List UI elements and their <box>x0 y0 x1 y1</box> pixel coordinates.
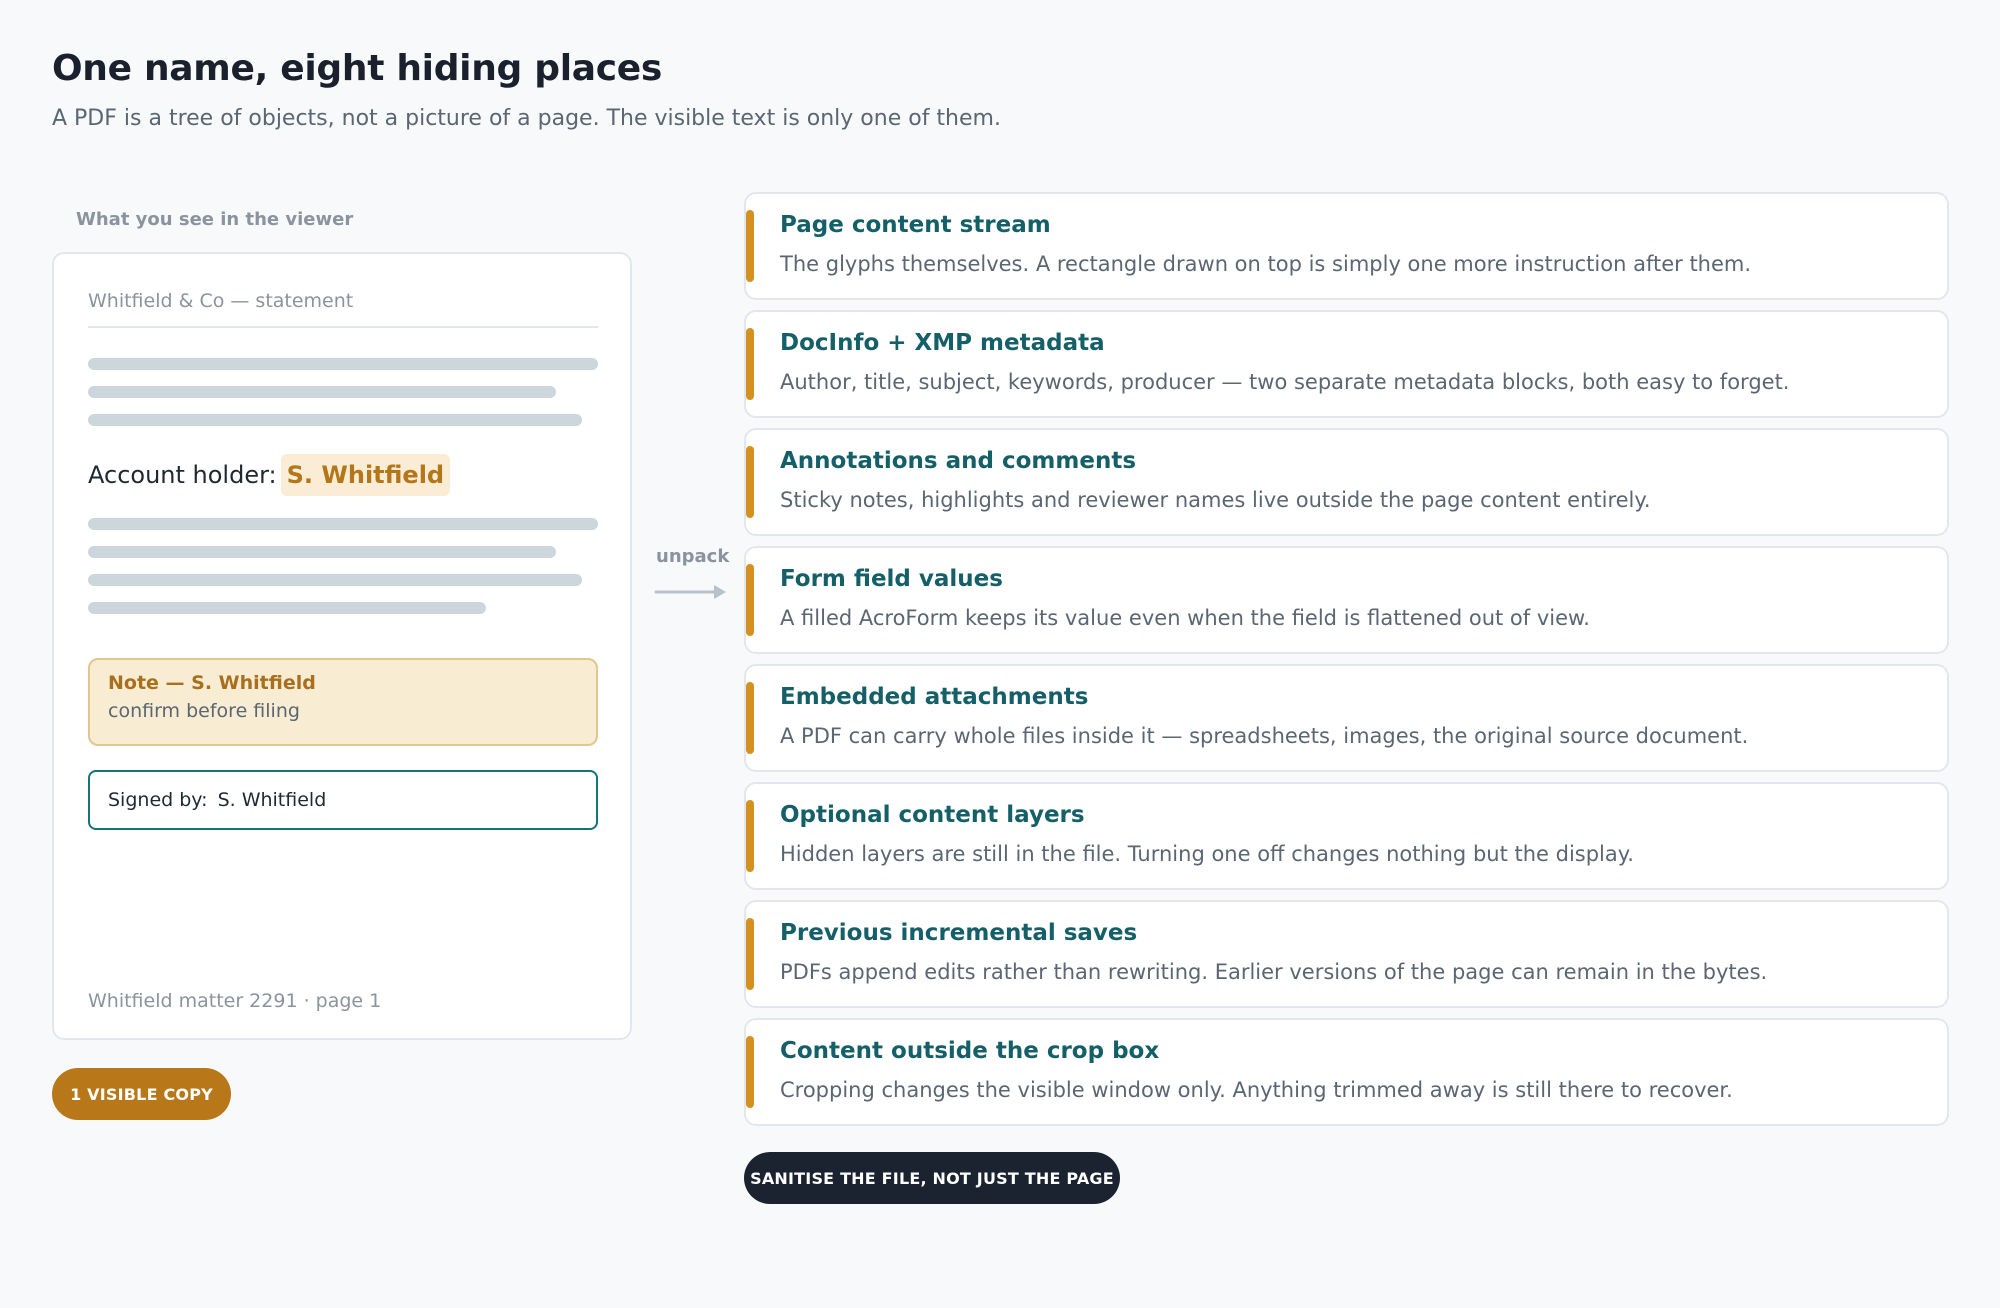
card-description: Cropping changes the visible window only… <box>780 1078 1733 1102</box>
card-title: Previous incremental saves <box>780 920 1138 946</box>
document-footer: Whitfield matter 2291 · page 1 <box>88 990 382 1012</box>
page-subtitle: A PDF is a tree of objects, not a pictur… <box>52 106 1001 131</box>
text-line-placeholder <box>88 602 486 614</box>
text-line-placeholder <box>88 574 582 586</box>
text-line-placeholder <box>88 414 582 426</box>
card-accent-bar <box>746 800 754 872</box>
signature-field[interactable]: Signed by: S. Whitfield <box>88 770 598 830</box>
unpack-label: unpack <box>656 546 730 567</box>
hiding-place-card: DocInfo + XMP metadata Author, title, su… <box>744 310 1949 418</box>
hiding-place-card: Annotations and comments Sticky notes, h… <box>744 428 1949 536</box>
card-description: A PDF can carry whole files inside it — … <box>780 724 1749 748</box>
card-title: Optional content layers <box>780 802 1085 828</box>
arrow-right-icon <box>654 585 726 599</box>
text-line-placeholder <box>88 518 598 530</box>
account-holder-name: S. Whitfield <box>280 454 451 496</box>
card-accent-bar <box>746 564 754 636</box>
hiding-place-card: Content outside the crop box Cropping ch… <box>744 1018 1949 1126</box>
text-line-placeholder <box>88 358 598 370</box>
account-holder-line: Account holder: S. Whitfield <box>88 454 451 496</box>
card-accent-bar <box>746 682 754 754</box>
hiding-place-card: Form field values A filled AcroForm keep… <box>744 546 1949 654</box>
hiding-place-card: Optional content layers Hidden layers ar… <box>744 782 1949 890</box>
card-accent-bar <box>746 446 754 518</box>
document-header: Whitfield & Co — statement <box>88 290 598 328</box>
card-description: A filled AcroForm keeps its value even w… <box>780 606 1590 630</box>
note-title: Note — S. Whitfield <box>108 672 316 694</box>
card-accent-bar <box>746 328 754 400</box>
visible-copy-badge: 1 VISIBLE COPY <box>52 1068 231 1120</box>
note-body: confirm before filing <box>108 700 300 722</box>
card-title: Embedded attachments <box>780 684 1089 710</box>
card-title: Annotations and comments <box>780 448 1137 474</box>
signature-label: Signed by: <box>108 789 208 811</box>
signature-value: S. Whitfield <box>217 789 327 811</box>
card-accent-bar <box>746 918 754 990</box>
card-title: Form field values <box>780 566 1003 592</box>
card-title: Content outside the crop box <box>780 1038 1160 1064</box>
annotation-note[interactable]: Note — S. Whitfield confirm before filin… <box>88 658 598 746</box>
card-description: Hidden layers are still in the file. Tur… <box>780 842 1634 866</box>
viewer-label: What you see in the viewer <box>76 209 354 230</box>
card-title: Page content stream <box>780 212 1051 238</box>
page: One name, eight hiding places A PDF is a… <box>0 0 2000 1308</box>
card-description: Author, title, subject, keywords, produc… <box>780 370 1790 394</box>
page-title: One name, eight hiding places <box>52 48 663 89</box>
pdf-viewer-panel: Whitfield & Co — statement Account holde… <box>52 252 632 1040</box>
account-holder-label: Account holder: <box>88 461 277 489</box>
card-description: PDFs append edits rather than rewriting.… <box>780 960 1768 984</box>
sanitise-cta-button[interactable]: SANITISE THE FILE, NOT JUST THE PAGE <box>744 1152 1120 1204</box>
card-accent-bar <box>746 210 754 282</box>
hiding-place-card: Page content stream The glyphs themselve… <box>744 192 1949 300</box>
card-title: DocInfo + XMP metadata <box>780 330 1105 356</box>
card-description: Sticky notes, highlights and reviewer na… <box>780 488 1651 512</box>
text-line-placeholder <box>88 546 556 558</box>
hiding-place-card: Previous incremental saves PDFs append e… <box>744 900 1949 1008</box>
card-accent-bar <box>746 1036 754 1108</box>
card-description: The glyphs themselves. A rectangle drawn… <box>780 252 1752 276</box>
text-line-placeholder <box>88 386 556 398</box>
hiding-place-card: Embedded attachments A PDF can carry who… <box>744 664 1949 772</box>
